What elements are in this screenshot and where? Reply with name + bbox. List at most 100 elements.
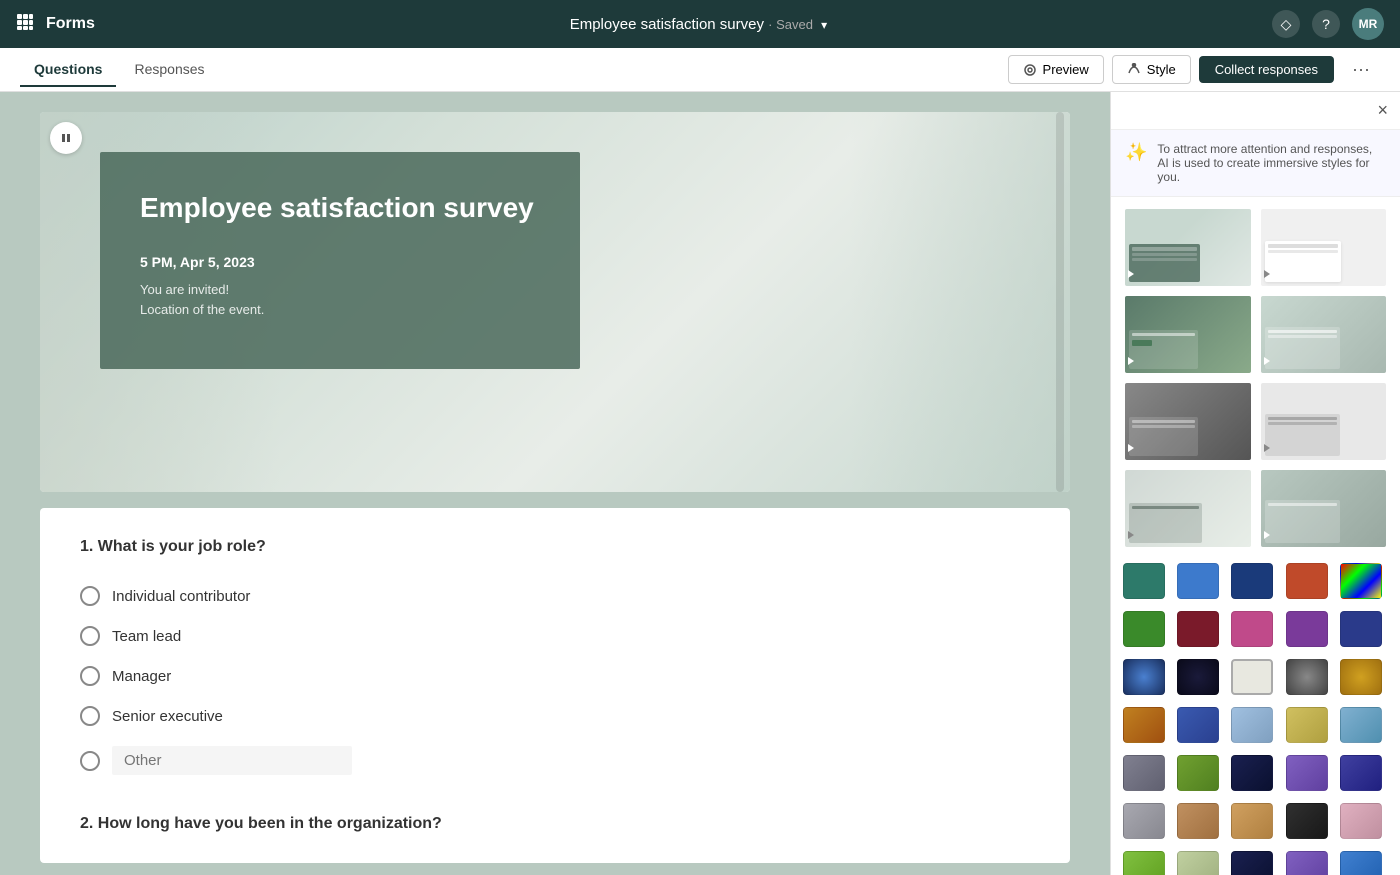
theme-grid (1111, 197, 1400, 559)
color-swatch-purple[interactable] (1286, 611, 1328, 647)
main-content: Employee satisfaction survey 5 PM, Apr 5… (0, 92, 1400, 875)
form-header-card: Employee satisfaction survey 5 PM, Apr 5… (40, 112, 1070, 492)
theme-thumb-1[interactable] (1123, 207, 1253, 288)
ai-banner: ✨ To attract more attention and response… (1111, 130, 1400, 197)
img-swatch-20[interactable] (1340, 803, 1382, 839)
color-swatch-rust[interactable] (1286, 563, 1328, 599)
document-title: Employee satisfaction survey · Saved ▾ (125, 16, 1272, 33)
theme-thumb-7[interactable] (1123, 468, 1253, 549)
color-swatch-teal[interactable] (1123, 563, 1165, 599)
tab-group: Questions Responses (20, 53, 1008, 87)
img-swatch-22[interactable] (1177, 851, 1219, 875)
close-panel-button[interactable]: × (1377, 100, 1388, 121)
question2-title: 2. How long have you been in the organiz… (80, 815, 1030, 833)
img-swatch-3[interactable] (1231, 659, 1273, 695)
form-date: 5 PM, Apr 5, 2023 (140, 254, 540, 270)
img-swatch-5[interactable] (1340, 659, 1382, 695)
color-swatches-row1 (1111, 559, 1400, 607)
color-swatch-multi[interactable] (1340, 563, 1382, 599)
topbar-actions: ◇ ? MR (1272, 8, 1384, 40)
label-senior-executive: Senior executive (112, 708, 223, 725)
img-swatch-1[interactable] (1123, 659, 1165, 695)
theme-thumb-3[interactable] (1123, 294, 1253, 375)
style-panel: × ✨ To attract more attention and respon… (1110, 92, 1400, 875)
img-swatch-24[interactable] (1286, 851, 1328, 875)
img-swatch-23[interactable] (1231, 851, 1273, 875)
scrollbar[interactable] (1056, 112, 1064, 492)
form-description: You are invited! Location of the event. (140, 280, 540, 319)
img-swatch-12[interactable] (1177, 755, 1219, 791)
form-title: Employee satisfaction survey (140, 192, 540, 224)
img-swatch-18[interactable] (1231, 803, 1273, 839)
img-swatch-14[interactable] (1286, 755, 1328, 791)
color-swatch-darkblue[interactable] (1340, 611, 1382, 647)
collect-responses-button[interactable]: Collect responses (1199, 56, 1334, 83)
header-overlay: Employee satisfaction survey 5 PM, Apr 5… (100, 152, 580, 369)
color-swatch-blue[interactable] (1177, 563, 1219, 599)
radio-team-lead[interactable] (80, 626, 100, 646)
img-swatch-19[interactable] (1286, 803, 1328, 839)
img-swatch-9[interactable] (1286, 707, 1328, 743)
more-options-button[interactable]: ··· (1342, 53, 1380, 86)
ai-message: To attract more attention and responses,… (1157, 142, 1386, 184)
radio-individual-contributor[interactable] (80, 586, 100, 606)
option-senior-executive: Senior executive (80, 696, 1030, 736)
image-swatches-row4 (1111, 799, 1400, 847)
tab-questions[interactable]: Questions (20, 53, 116, 87)
subbar: Questions Responses Preview Style Collec… (0, 48, 1400, 92)
diamond-icon[interactable]: ◇ (1272, 10, 1300, 38)
color-swatch-green[interactable] (1123, 611, 1165, 647)
theme-thumb-4[interactable] (1259, 294, 1389, 375)
img-swatch-11[interactable] (1123, 755, 1165, 791)
option-individual-contributor: Individual contributor (80, 576, 1030, 616)
img-swatch-8[interactable] (1231, 707, 1273, 743)
img-swatch-25[interactable] (1340, 851, 1382, 875)
img-swatch-2[interactable] (1177, 659, 1219, 695)
form-area: Employee satisfaction survey 5 PM, Apr 5… (0, 92, 1110, 875)
color-swatch-pink[interactable] (1231, 611, 1273, 647)
image-swatches-row5 (1111, 847, 1400, 875)
image-swatches-row2 (1111, 703, 1400, 751)
other-input[interactable] (112, 746, 352, 775)
img-swatch-16[interactable] (1123, 803, 1165, 839)
color-swatch-navy[interactable] (1231, 563, 1273, 599)
img-swatch-4[interactable] (1286, 659, 1328, 695)
question1-title: 1. What is your job role? (80, 538, 1030, 556)
questions-card: 1. What is your job role? Individual con… (40, 508, 1070, 863)
image-swatches-row3 (1111, 751, 1400, 799)
theme-thumb-6[interactable] (1259, 381, 1389, 462)
pause-button[interactable] (50, 122, 82, 154)
img-swatch-7[interactable] (1177, 707, 1219, 743)
color-swatches-row2 (1111, 607, 1400, 655)
preview-button[interactable]: Preview (1008, 55, 1104, 84)
style-button[interactable]: Style (1112, 55, 1191, 84)
option-other (80, 736, 1030, 785)
img-swatch-15[interactable] (1340, 755, 1382, 791)
img-swatch-17[interactable] (1177, 803, 1219, 839)
grid-icon[interactable] (16, 13, 34, 36)
theme-thumb-5[interactable] (1123, 381, 1253, 462)
dropdown-chevron-icon[interactable]: ▾ (821, 18, 827, 32)
img-swatch-21[interactable] (1123, 851, 1165, 875)
app-name: Forms (46, 15, 95, 33)
ai-sparkle-icon: ✨ (1125, 142, 1147, 163)
img-swatch-6[interactable] (1123, 707, 1165, 743)
label-individual-contributor: Individual contributor (112, 588, 250, 605)
label-manager: Manager (112, 668, 171, 685)
theme-thumb-2[interactable] (1259, 207, 1389, 288)
label-team-lead: Team lead (112, 628, 181, 645)
subbar-actions: Preview Style Collect responses ··· (1008, 53, 1380, 86)
avatar[interactable]: MR (1352, 8, 1384, 40)
tab-responses[interactable]: Responses (120, 53, 218, 87)
img-swatch-13[interactable] (1231, 755, 1273, 791)
help-icon[interactable]: ? (1312, 10, 1340, 38)
radio-other[interactable] (80, 751, 100, 771)
panel-header: × (1111, 92, 1400, 130)
color-swatch-darkred[interactable] (1177, 611, 1219, 647)
radio-senior-executive[interactable] (80, 706, 100, 726)
img-swatch-10[interactable] (1340, 707, 1382, 743)
theme-thumb-8[interactable] (1259, 468, 1389, 549)
window-right (850, 112, 1070, 492)
radio-manager[interactable] (80, 666, 100, 686)
image-swatches-row1 (1111, 655, 1400, 703)
